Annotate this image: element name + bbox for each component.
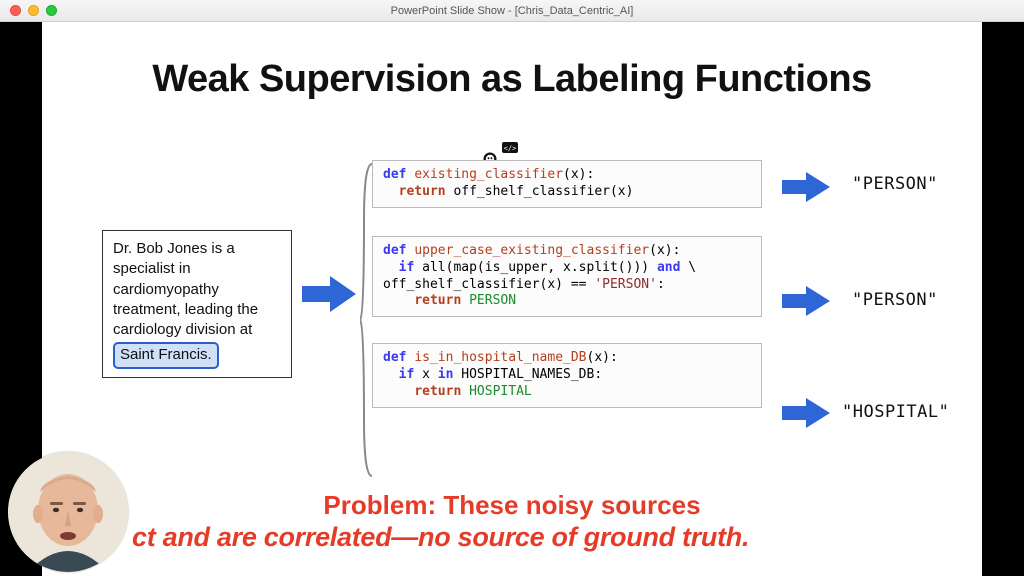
problem-line-1: Problem: These noisy sources	[42, 490, 982, 521]
example-text: Dr. Bob Jones is a specialist in cardiom…	[113, 240, 258, 338]
output-label-3: "HOSPITAL"	[842, 402, 949, 422]
slide-stage: Weak Supervision as Labeling Functions <…	[0, 22, 1024, 576]
code-box-2: def upper_case_existing_classifier(x): i…	[372, 236, 762, 318]
title-bar: PowerPoint Slide Show - [Chris_Data_Cent…	[0, 0, 1024, 22]
example-highlight: Saint Francis.	[113, 342, 219, 368]
slide-title: Weak Supervision as Labeling Functions	[42, 58, 982, 101]
example-text-box: Dr. Bob Jones is a specialist in cardiom…	[102, 230, 292, 378]
output-label-1: "PERSON"	[852, 174, 938, 194]
arrow-out-3	[782, 396, 832, 430]
problem-line-2: ct and are correlated—no source of groun…	[42, 522, 982, 553]
arrow-main	[302, 274, 358, 314]
close-button[interactable]	[10, 5, 21, 16]
slide: Weak Supervision as Labeling Functions <…	[42, 22, 982, 576]
code-box-3: def is_in_hospital_name_DB(x): if x in H…	[372, 343, 762, 408]
window-controls	[0, 5, 57, 16]
code-column: def existing_classifier(x): return off_s…	[372, 160, 762, 436]
pillarbox-right	[982, 22, 1024, 576]
app-window: PowerPoint Slide Show - [Chris_Data_Cent…	[0, 0, 1024, 576]
output-label-2: "PERSON"	[852, 290, 938, 310]
code-box-1: def existing_classifier(x): return off_s…	[372, 160, 762, 208]
maximize-button[interactable]	[46, 5, 57, 16]
window-title: PowerPoint Slide Show - [Chris_Data_Cent…	[0, 5, 1024, 17]
arrow-out-2	[782, 284, 832, 318]
minimize-button[interactable]	[28, 5, 39, 16]
speaker-avatar	[8, 452, 128, 572]
svg-text:</>: </>	[504, 145, 517, 153]
arrow-out-1	[782, 170, 832, 204]
